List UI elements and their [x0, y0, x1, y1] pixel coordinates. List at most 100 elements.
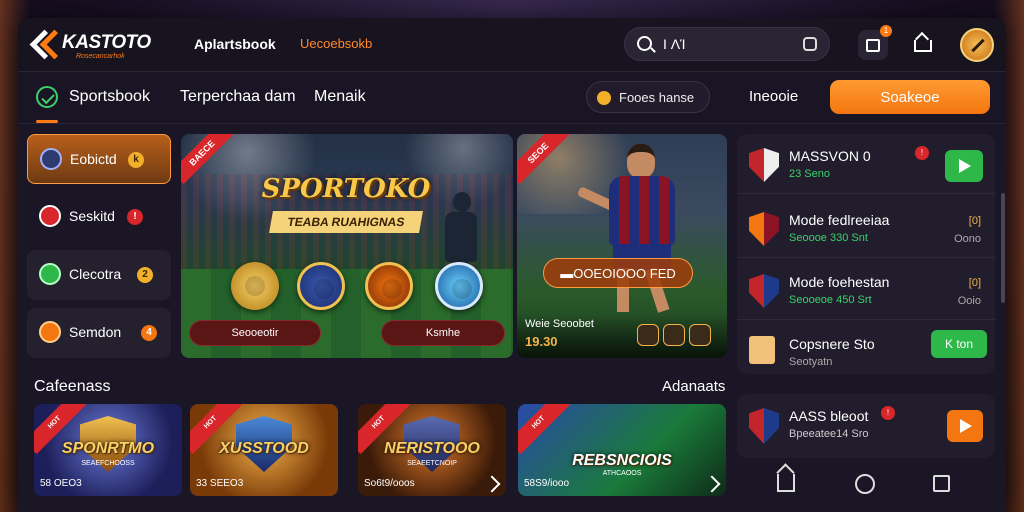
banner-button-left[interactable]: Seooeotir — [189, 320, 321, 346]
orange-medal-icon — [365, 262, 413, 310]
match-subtitle: Seoooe 330 Snt — [789, 232, 868, 244]
diamond-medal-icon — [435, 262, 483, 310]
system-nav-bar — [737, 464, 995, 504]
match-title: Mode fedlreeiaa — [789, 212, 890, 228]
circle-icon[interactable] — [855, 474, 875, 494]
arrow-icon — [483, 475, 501, 493]
sidebar-item-badge: ! — [127, 209, 143, 225]
sportsbook-icon — [36, 86, 58, 108]
play-button[interactable] — [945, 150, 983, 182]
main-promo-banner[interactable]: BAECE SPORTOKO TEABA RUAHIGNAS Seooeotir… — [181, 134, 513, 358]
game-tile[interactable]: HOT SPONRTMO SEAEFCHOOSS 58 OEO3 — [34, 404, 182, 496]
balance-pill-label: Fooes hanse — [619, 90, 695, 105]
avatar[interactable] — [960, 28, 994, 62]
matches-panel: MASSVON 0 ! 23 Seno Mode fedlreeiaa Seoo… — [737, 134, 995, 374]
home-icon[interactable] — [777, 474, 795, 492]
sidebar-item-1[interactable]: Eobictd k — [27, 134, 171, 184]
match-subtitle: 23 Seno — [789, 168, 830, 180]
balance-pill[interactable]: Fooes hanse — [586, 81, 710, 113]
banner-title: SPORTOKO — [261, 174, 431, 204]
team-crest-icon — [749, 274, 779, 308]
trophy-icon — [39, 321, 61, 343]
promo-card[interactable]: AASS bleoot ! Bpeeatee14 Sro — [737, 394, 995, 458]
tab-secondary[interactable]: Terperchaa dam — [180, 88, 296, 106]
odds-label: Ooio — [957, 295, 981, 307]
sidebar-item-label: Eobictd — [70, 151, 117, 167]
match-subtitle: Seotyatn — [789, 356, 833, 368]
sidebar-item-label: Semdon — [69, 324, 122, 340]
tab-sportsbook[interactable]: Sportsbook — [69, 88, 150, 106]
odds-value: [0] — [968, 277, 981, 289]
alert-badge: ! — [915, 146, 929, 160]
match-subtitle: Seooeoe 450 Srt — [789, 294, 872, 306]
sidebar-item-4[interactable]: Semdon 4 — [27, 308, 171, 358]
tile-caption: So6t9/ooos — [364, 478, 415, 489]
play-button[interactable] — [947, 410, 983, 442]
search-icon — [637, 36, 652, 51]
search-input[interactable] — [663, 34, 783, 54]
gold-medal-icon — [231, 262, 279, 310]
banner-button-right[interactable]: Ksmhe — [381, 320, 505, 346]
match-odds[interactable]: [0] Ooio — [958, 274, 981, 310]
shield-icon — [40, 148, 62, 170]
top-link-secondary[interactable]: Uecoebsokb — [300, 36, 372, 51]
game-tile[interactable]: HOT NERISTOOO SEAEETCNOIP So6t9/ooos — [358, 404, 506, 496]
section-title: Cafeenass — [34, 378, 111, 395]
active-tab-indicator — [36, 120, 58, 123]
match-row[interactable]: MASSVON 0 ! 23 Seno — [737, 134, 995, 194]
game-tile[interactable]: HOT REBSNCIOIS ATHCAOOS 58S9/iooo — [518, 404, 726, 496]
odds-plate: ▬OOEOIOOO FED — [543, 258, 693, 288]
sidebar-item-2[interactable]: Seskitd ! — [27, 192, 171, 242]
tile-subtitle: SEAEFCHOOSS — [81, 460, 135, 467]
square-icon[interactable] — [933, 475, 950, 492]
section-link[interactable]: Adanaats — [662, 378, 725, 395]
share-icon[interactable] — [663, 324, 685, 346]
top-bar: KASTOTO Rosecancarhok Aplartsbook Uecoeb… — [18, 18, 1006, 72]
tile-caption: 33 SEEO3 — [196, 478, 244, 489]
login-link[interactable]: Ineooie — [749, 88, 798, 105]
team-crest-icon — [749, 408, 779, 444]
nav-bar: Sportsbook Terperchaa dam Menaik Fooes h… — [18, 72, 1006, 124]
logo-text: KASTOTO — [62, 32, 151, 53]
banner-caption: Weie Seoobet — [525, 318, 594, 330]
ball-icon — [39, 205, 61, 227]
tile-title: SPONRTMO — [61, 440, 155, 457]
bet-button[interactable]: K ton — [931, 330, 987, 358]
sidebar-item-label: Clecotra — [69, 266, 122, 282]
sidebar-item-label: Seskitd — [69, 208, 115, 224]
ticket-icon — [749, 336, 775, 364]
alert-badge: ! — [881, 406, 895, 420]
bag-icon — [866, 39, 880, 52]
hand-icon[interactable] — [689, 324, 711, 346]
share-icon[interactable] — [912, 34, 932, 52]
tile-subtitle: SEAEETCNOIP — [407, 460, 457, 467]
shield-icon — [39, 263, 61, 285]
bet-slip-button[interactable]: 1 — [858, 25, 892, 60]
tile-caption: 58 OEO3 — [40, 478, 82, 489]
match-odds[interactable]: [0] Oono — [954, 212, 981, 248]
promo-title: AASS bleoot — [789, 408, 869, 424]
top-link-sportsbook[interactable]: Aplartsbook — [194, 36, 276, 52]
match-row[interactable]: Mode fedlreeiaa Seoooe 330 Snt [0] Oono — [737, 198, 995, 258]
player-promo-banner[interactable]: SEOE ▬OOEOIOOO FED Weie Seoobet 19.30 — [517, 134, 727, 358]
scrollbar[interactable] — [1001, 193, 1005, 303]
banner-price: 19.30 — [525, 334, 558, 349]
tile-subtitle: ATHCAOOS — [602, 470, 642, 477]
logo-mark-icon — [32, 31, 62, 55]
phone-icon[interactable] — [637, 324, 659, 346]
corner-ribbon: HOT — [518, 404, 571, 455]
coin-icon — [597, 91, 611, 105]
app-window: KASTOTO Rosecancarhok Aplartsbook Uecoeb… — [18, 18, 1006, 512]
notification-badge: 1 — [880, 25, 892, 37]
game-tile[interactable]: HOT XUSSTOOD 33 SEEO3 — [190, 404, 338, 496]
search-filter-icon[interactable] — [803, 37, 817, 51]
match-title: MASSVON 0 — [789, 148, 871, 164]
match-row[interactable]: Mode foehestan Seooeoe 450 Srt [0] Ooio — [737, 260, 995, 320]
search-bar[interactable] — [624, 27, 830, 61]
sidebar-item-3[interactable]: Clecotra 2 — [27, 250, 171, 300]
sidebar-item-badge: 4 — [141, 325, 157, 341]
signup-button[interactable]: Soakeoe — [830, 80, 990, 114]
tab-third[interactable]: Menaik — [314, 88, 366, 106]
brand-logo[interactable]: KASTOTO Rosecancarhok — [32, 31, 151, 60]
arrow-icon — [703, 475, 721, 493]
